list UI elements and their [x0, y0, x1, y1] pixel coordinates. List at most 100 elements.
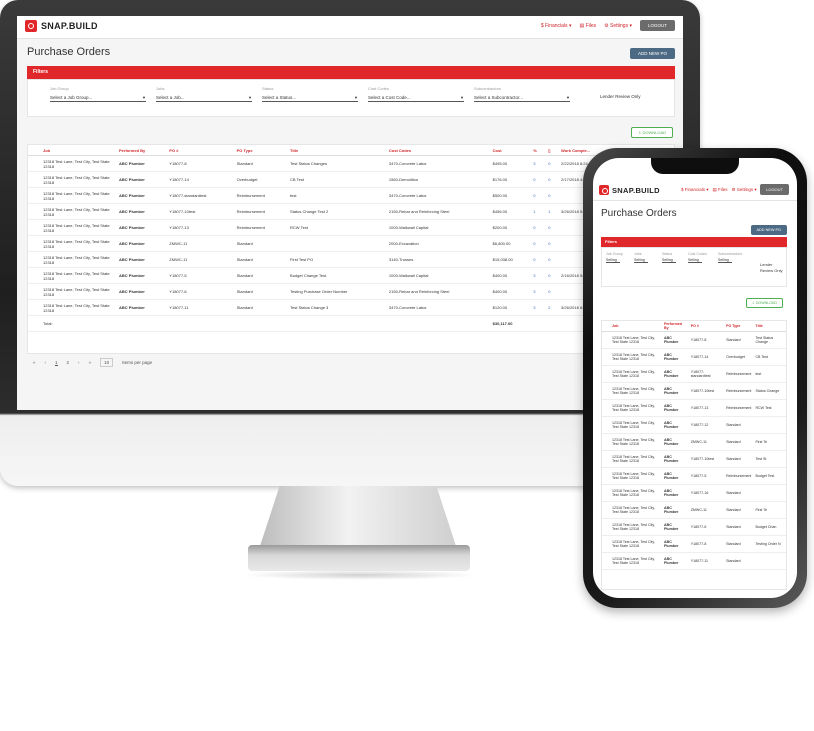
col-title[interactable]: Title	[753, 321, 786, 332]
row-select[interactable]	[28, 219, 40, 236]
row-select[interactable]	[602, 484, 610, 502]
cell-percent[interactable]: 0	[530, 251, 546, 268]
phone-add-po-button[interactable]: ADD NEW PO	[750, 225, 787, 235]
filter-subcontractors[interactable]: Subcontractors Select a Subcontractor...	[474, 86, 570, 102]
phone-filter-cost-codes[interactable]: Cost Codes Selling	[688, 252, 707, 263]
col-job[interactable]: Job	[610, 321, 662, 332]
row-select[interactable]	[602, 399, 610, 417]
cell-percent[interactable]: 3	[530, 155, 546, 172]
cell-percent[interactable]: 1	[530, 203, 546, 220]
col-percent-icon[interactable]: %	[530, 145, 546, 156]
filter-value[interactable]: Selling	[634, 258, 648, 263]
phone-filter-job-group[interactable]: Job Group Selling	[606, 252, 623, 263]
table-row[interactable]: 12318 Test Lane, Test City, Test State 1…	[28, 219, 674, 236]
row-select[interactable]	[28, 171, 40, 188]
table-row[interactable]: 12318 Test Lane, Test City, Test State 1…	[602, 382, 786, 400]
row-select[interactable]	[28, 203, 40, 220]
table-row[interactable]: 12318 Test Lane, Test City, Test State 1…	[602, 365, 786, 383]
pager-last[interactable]: »	[89, 360, 92, 365]
phone-filters-header[interactable]: Filters	[601, 237, 787, 247]
row-select[interactable]	[602, 382, 610, 400]
cell-percent[interactable]: 3	[530, 267, 546, 284]
col-title[interactable]: Title	[287, 145, 386, 156]
row-select[interactable]	[602, 467, 610, 485]
table-row[interactable]: 12318 Test Lane, Test City, Test State 1…	[28, 155, 674, 172]
filter-jobs[interactable]: Jobs Select a Job...	[156, 86, 252, 102]
pager-prev[interactable]: ‹	[45, 360, 47, 365]
row-select[interactable]	[602, 416, 610, 434]
cell-percent[interactable]: 0	[530, 187, 546, 204]
pager-first[interactable]: «	[33, 360, 36, 365]
nav-financials[interactable]: $ Financials ▾	[681, 187, 709, 193]
download-button[interactable]: ⇩ DOWNLOAD	[630, 127, 673, 138]
phone-filter-subcontractors[interactable]: Subcontractors Selling	[718, 252, 742, 263]
logout-button[interactable]: LOGOUT	[639, 20, 675, 31]
row-select[interactable]	[602, 535, 610, 553]
table-row[interactable]: 12318 Test Lane, Test City, Test State 1…	[602, 399, 786, 417]
cost-code-select[interactable]: Select a Cost Code...	[368, 95, 464, 102]
col-job[interactable]: Job	[40, 145, 116, 156]
phone-download-button[interactable]: ⇩ DOWNLOAD	[745, 298, 783, 308]
table-row[interactable]: 12318 Test Lane, Test City, Test State 1…	[602, 348, 786, 366]
items-per-page-select[interactable]: 10	[100, 358, 114, 367]
table-row[interactable]: 12318 Test Lane, Test City, Test State 1…	[602, 518, 786, 536]
col-performed-by[interactable]: Performed By	[116, 145, 167, 156]
cell-attachments[interactable]: 0	[545, 219, 559, 236]
row-select[interactable]	[28, 251, 40, 268]
nav-files[interactable]: ▤ Files	[713, 187, 728, 193]
pager-page-2[interactable]: 2	[67, 360, 70, 365]
lender-review-toggle[interactable]: Lender Review Only	[600, 94, 641, 99]
col-po-type[interactable]: PO Type	[233, 145, 288, 156]
phone-logout-button[interactable]: LOGOUT	[760, 184, 789, 195]
row-select[interactable]	[28, 187, 40, 204]
nav-settings[interactable]: ⚙ Settings ▾	[732, 187, 757, 193]
filters-header[interactable]: Filters	[27, 66, 675, 79]
phone-filter-status[interactable]: Status Selling	[662, 252, 676, 263]
table-row[interactable]: 12318 Test Lane, Test City, Test State 1…	[602, 484, 786, 502]
cell-attachments[interactable]: 0	[545, 171, 559, 188]
job-group-select[interactable]: Select a Job Group...	[50, 95, 146, 102]
cell-percent[interactable]: 0	[530, 219, 546, 236]
cell-percent[interactable]: 0	[530, 235, 546, 252]
row-select[interactable]	[602, 501, 610, 519]
filter-cost-codes[interactable]: Cost Codes Select a Cost Code...	[368, 86, 464, 102]
row-select[interactable]	[602, 348, 610, 366]
phone-app-logo[interactable]: SNAP.BUILD	[599, 185, 660, 195]
table-row[interactable]: 12318 Test Lane, Test City, Test State 1…	[28, 235, 674, 252]
cell-attachments[interactable]: 1	[545, 203, 559, 220]
table-row[interactable]: 12318 Test Lane, Test City, Test State 1…	[602, 416, 786, 434]
pager-page-1[interactable]: 1	[55, 360, 58, 366]
cell-attachments[interactable]: 2	[545, 299, 559, 316]
cell-attachments[interactable]: 0	[545, 267, 559, 284]
table-row[interactable]: 12318 Test Lane, Test City, Test State 1…	[28, 299, 674, 316]
cell-percent[interactable]: 3	[530, 283, 546, 300]
status-select[interactable]: Select a Status...	[262, 95, 358, 102]
row-select[interactable]	[28, 299, 40, 316]
col-attach-icon[interactable]: ▯	[545, 145, 559, 156]
row-select[interactable]	[28, 155, 40, 172]
table-row[interactable]: 12318 Test Lane, Test City, Test State 1…	[28, 283, 674, 300]
filter-status[interactable]: Status Select a Status...	[262, 86, 358, 102]
row-select[interactable]	[602, 331, 610, 349]
table-row[interactable]: 12318 Test Lane, Test City, Test State 1…	[602, 535, 786, 553]
filter-job-group[interactable]: Job Group Select a Job Group...	[50, 86, 146, 102]
table-row[interactable]: 12318 Test Lane, Test City, Test State 1…	[28, 267, 674, 284]
table-row[interactable]: 12318 Test Lane, Test City, Test State 1…	[602, 450, 786, 468]
table-row[interactable]: 12318 Test Lane, Test City, Test State 1…	[28, 203, 674, 220]
row-select[interactable]	[602, 552, 610, 570]
table-row[interactable]: 12318 Test Lane, Test City, Test State 1…	[602, 467, 786, 485]
cell-percent[interactable]: 0	[530, 171, 546, 188]
row-select[interactable]	[28, 283, 40, 300]
app-logo[interactable]: SNAP.BUILD	[25, 20, 98, 32]
cell-percent[interactable]: 3	[530, 299, 546, 316]
table-row[interactable]: 12318 Test Lane, Test City, Test State 1…	[602, 331, 786, 349]
col-po-number[interactable]: PO #	[166, 145, 234, 156]
pager-next[interactable]: ›	[78, 360, 80, 365]
col-po-number[interactable]: PO #	[688, 321, 725, 332]
row-select[interactable]	[602, 433, 610, 451]
table-row[interactable]: 12318 Test Lane, Test City, Test State 1…	[602, 433, 786, 451]
row-select[interactable]	[28, 267, 40, 284]
nav-financials[interactable]: $ Financials ▾	[541, 23, 572, 29]
cell-attachments[interactable]: 0	[545, 155, 559, 172]
table-row[interactable]: 12318 Test Lane, Test City, Test State 1…	[28, 251, 674, 268]
